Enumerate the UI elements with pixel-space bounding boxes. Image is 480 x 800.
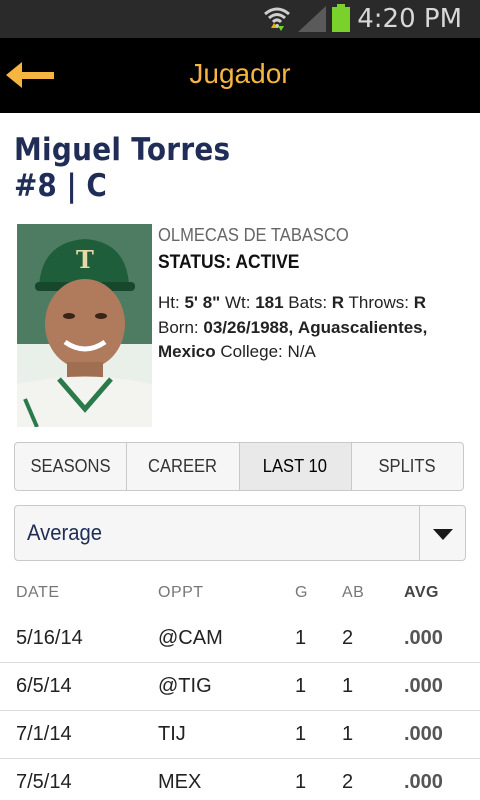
battery-icon bbox=[332, 4, 350, 32]
svg-text:T: T bbox=[76, 245, 94, 274]
cell-oppt: MEX bbox=[158, 771, 202, 793]
signal-icon bbox=[298, 6, 326, 37]
stats-tabs: SEASONS CAREER LAST 10 SPLITS bbox=[14, 442, 464, 491]
birth-college-info: Mexico College: N/A bbox=[158, 342, 316, 361]
table-row: 7/1/14 TIJ 1 1 .000 bbox=[0, 711, 480, 759]
cell-oppt: @TIG bbox=[158, 675, 212, 697]
clock: 4:20 PM bbox=[357, 4, 462, 34]
cell-date: 6/5/14 bbox=[16, 675, 72, 697]
cell-avg: .000 bbox=[404, 627, 443, 649]
cell-g: 1 bbox=[295, 771, 307, 793]
column-header-g[interactable]: G bbox=[295, 584, 308, 602]
page-title: Jugador bbox=[189, 58, 291, 89]
cell-oppt: TIJ bbox=[158, 723, 186, 745]
birth-info: Born: 03/26/1988, Aguascalientes, bbox=[158, 318, 428, 337]
tab-last-10[interactable]: LAST 10 bbox=[239, 443, 352, 490]
stat-type-dropdown[interactable]: Average bbox=[14, 505, 466, 561]
team-name: OLMECAS DE TABASCO bbox=[158, 225, 349, 245]
chevron-down-icon bbox=[433, 528, 453, 546]
column-header-ab[interactable]: AB bbox=[342, 584, 364, 602]
table-row: 7/5/14 MEX 1 2 .000 bbox=[0, 759, 480, 800]
cell-date: 7/5/14 bbox=[16, 771, 72, 793]
stats-table: DATE OPPT G AB AVG 5/16/14 @CAM 1 2 .000… bbox=[0, 575, 480, 800]
table-header: DATE OPPT G AB AVG bbox=[0, 575, 480, 615]
wifi-icon bbox=[262, 4, 292, 39]
player-number-position: #8 | C bbox=[14, 168, 107, 204]
cell-avg: .000 bbox=[404, 723, 443, 745]
player-status: STATUS: ACTIVE bbox=[158, 252, 300, 273]
column-header-avg[interactable]: AVG bbox=[404, 584, 439, 602]
cell-ab: 2 bbox=[342, 771, 354, 793]
table-row: 6/5/14 @TIG 1 1 .000 bbox=[0, 663, 480, 711]
cell-g: 1 bbox=[295, 675, 307, 697]
tab-splits[interactable]: SPLITS bbox=[352, 443, 463, 490]
cell-ab: 2 bbox=[342, 627, 354, 649]
status-bar: 4:20 PM bbox=[0, 0, 480, 38]
physical-info: Ht: 5' 8" Wt: 181 Bats: R Throws: R bbox=[158, 293, 426, 312]
table-row: 5/16/14 @CAM 1 2 .000 bbox=[0, 615, 480, 663]
tab-career[interactable]: CAREER bbox=[127, 443, 240, 490]
cell-avg: .000 bbox=[404, 771, 443, 793]
cell-ab: 1 bbox=[342, 723, 354, 745]
cell-oppt: @CAM bbox=[158, 627, 223, 649]
cell-g: 1 bbox=[295, 723, 307, 745]
column-header-oppt[interactable]: OPPT bbox=[158, 584, 204, 602]
cell-date: 7/1/14 bbox=[16, 723, 72, 745]
dropdown-selected-value: Average bbox=[27, 520, 103, 545]
cell-avg: .000 bbox=[404, 675, 443, 697]
tab-seasons[interactable]: SEASONS bbox=[15, 443, 128, 490]
cell-ab: 1 bbox=[342, 675, 354, 697]
app-header: Jugador bbox=[0, 38, 480, 113]
column-header-date[interactable]: DATE bbox=[16, 584, 59, 602]
cell-date: 5/16/14 bbox=[16, 627, 83, 649]
cell-g: 1 bbox=[295, 627, 307, 649]
player-photo: T bbox=[17, 224, 152, 427]
player-name: Miguel Torres bbox=[14, 132, 231, 168]
